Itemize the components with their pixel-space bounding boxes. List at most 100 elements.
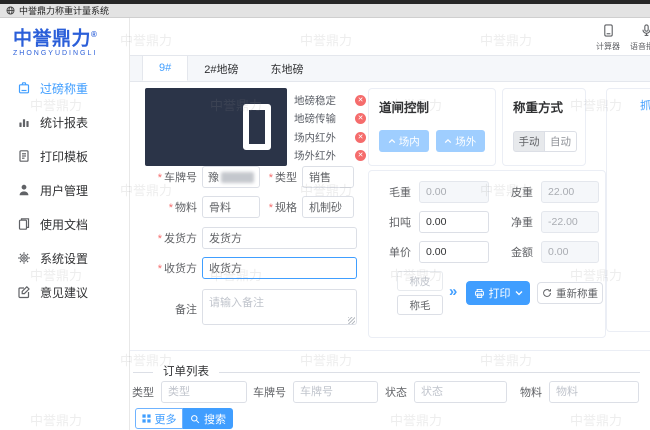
deduct-label: 扣吨 (389, 217, 411, 229)
filter-plate-label: 车牌号 (253, 387, 286, 399)
status-infrared-out: 场外红外 ✕ (294, 147, 366, 166)
print-button[interactable]: 打印 (466, 281, 530, 305)
filter-material-input[interactable] (549, 381, 639, 403)
brand-logo: 中誉鼎力® ZHONGYUDINGLI (0, 18, 129, 58)
net-input (541, 211, 599, 233)
filter-state-label: 状态 (385, 387, 407, 399)
sidebar-item-label: 意见建议 (40, 285, 89, 300)
filter-material-label: 物料 (520, 387, 542, 399)
weigh-tare-button[interactable]: 称皮 (397, 271, 443, 291)
capture-card: 抓拍 (606, 88, 650, 332)
deduct-input[interactable] (419, 211, 489, 233)
orders-filter-row: 类型 车牌号 状态 物料 (130, 381, 650, 403)
weigh-mode-title: 称重方式 (513, 101, 564, 115)
sidebar-item-weighing[interactable]: 过磅称重 (0, 71, 129, 105)
filter-type: 类型 (132, 381, 247, 403)
status-scale-transmit: 地磅传输 ✕ (294, 110, 366, 129)
gross-label: 毛重 (389, 187, 411, 199)
sender-label: 发货方 (145, 230, 202, 246)
spec-input[interactable] (302, 196, 354, 218)
gate-in-button[interactable]: 场内 (379, 130, 429, 152)
sidebar-item-settings[interactable]: 系统设置 (0, 241, 129, 275)
main-area: 计算器 语音播报 9# 2#地磅 东地磅 地磅稳定 (130, 18, 650, 430)
filter-state-input[interactable] (414, 381, 507, 403)
tab-scale-east[interactable]: 东地磅 (255, 56, 320, 81)
sidebar-item-label: 系统设置 (40, 251, 89, 266)
chevron-up-icon (445, 138, 452, 144)
gate-control-card: 道闸控制 场内 场外 (368, 88, 496, 166)
filter-plate: 车牌号 (253, 381, 378, 403)
microphone-icon (640, 24, 650, 37)
calculator-tool[interactable]: 计算器 (590, 24, 626, 52)
more-button[interactable]: 更多 (135, 408, 183, 429)
sidebar-item-users[interactable]: 用户管理 (0, 173, 129, 207)
sidebar-item-reports[interactable]: 统计报表 (0, 105, 129, 139)
error-circle-icon: ✕ (355, 113, 366, 125)
receiver-input[interactable] (202, 257, 357, 279)
tab-scale-2[interactable]: 2#地磅 (188, 56, 254, 81)
user-icon (17, 183, 31, 197)
feedback-icon (17, 285, 31, 299)
type-input[interactable] (302, 166, 354, 188)
print-label: 打印 (488, 288, 511, 300)
error-circle-icon: ✕ (355, 150, 366, 162)
weights-card: 毛重 皮重 扣吨 净重 单价 金额 称皮 称 (368, 170, 606, 338)
orders-divider: 订单列表 (133, 366, 640, 379)
window-title: 中誉鼎力称重计量系统 (19, 6, 110, 16)
material-label: 物料 (145, 199, 202, 215)
remark-textarea[interactable] (202, 289, 357, 325)
spec-label: 规格 (260, 199, 302, 215)
tare-label: 皮重 (511, 187, 533, 199)
weigh-mode-card: 称重方式 手动 自动 (502, 88, 586, 166)
filter-plate-input[interactable] (293, 381, 378, 403)
bar-chart-icon (17, 115, 31, 129)
sidebar-item-print-template[interactable]: 打印模板 (0, 139, 129, 173)
capture-link[interactable]: 抓拍 (640, 100, 650, 112)
double-arrow-icon: » (449, 283, 458, 300)
plate-redaction-blur (221, 171, 254, 183)
material-input[interactable] (202, 196, 260, 218)
mode-auto-button[interactable]: 自动 (545, 131, 577, 152)
sidebar-item-label: 过磅称重 (40, 81, 89, 96)
sidebar-item-feedback[interactable]: 意见建议 (0, 275, 129, 309)
gate-out-button[interactable]: 场外 (435, 130, 485, 152)
scale-status-list: 地磅稳定 ✕ 地磅传输 ✕ 场内红外 ✕ 场外红外 ✕ (294, 91, 366, 165)
plate-label: 车牌号 (145, 169, 202, 185)
type-label: 类型 (260, 169, 302, 185)
seven-segment-zero (243, 104, 271, 150)
voice-broadcast-tool[interactable]: 语音播报 (628, 24, 650, 52)
reweigh-button[interactable]: 重新称重 (537, 282, 603, 304)
search-label: 搜索 (204, 413, 226, 426)
document-icon (17, 217, 31, 231)
mode-manual-button[interactable]: 手动 (513, 131, 545, 152)
sidebar-menu: 过磅称重 统计报表 打印模板 用户管理 使用文档 系统设置 意见建议 (0, 71, 129, 309)
net-label: 净重 (511, 217, 533, 229)
calculator-icon (602, 24, 615, 37)
section-divider (130, 350, 650, 351)
price-input[interactable] (419, 241, 489, 263)
scale-icon (17, 81, 31, 95)
brand-name: 中誉鼎力® (13, 28, 98, 50)
plate-value: 豫 (208, 172, 219, 184)
filter-type-input[interactable] (161, 381, 247, 403)
printer-icon (474, 288, 484, 298)
sender-input[interactable] (202, 227, 357, 249)
receiver-label: 收货方 (145, 260, 202, 276)
app-globe-icon (6, 6, 15, 15)
weight-led-display (145, 88, 287, 166)
tab-scale-9[interactable]: 9# (142, 56, 189, 81)
more-label: 更多 (154, 413, 177, 426)
sidebar-item-label: 用户管理 (40, 183, 89, 198)
status-label: 地磅稳定 (294, 94, 336, 107)
search-button[interactable]: 搜索 (183, 408, 233, 429)
sidebar-item-label: 打印模板 (40, 149, 89, 164)
sidebar-item-docs[interactable]: 使用文档 (0, 207, 129, 241)
weigh-gross-button[interactable]: 称毛 (397, 295, 443, 315)
refresh-icon (543, 289, 551, 297)
print-template-icon (17, 149, 31, 163)
brand-subtitle: ZHONGYUDINGLI (13, 50, 98, 58)
filter-type-label: 类型 (132, 387, 154, 399)
price-label: 单价 (389, 247, 411, 259)
plate-input[interactable]: 豫 (202, 166, 260, 188)
gear-icon (17, 251, 31, 265)
